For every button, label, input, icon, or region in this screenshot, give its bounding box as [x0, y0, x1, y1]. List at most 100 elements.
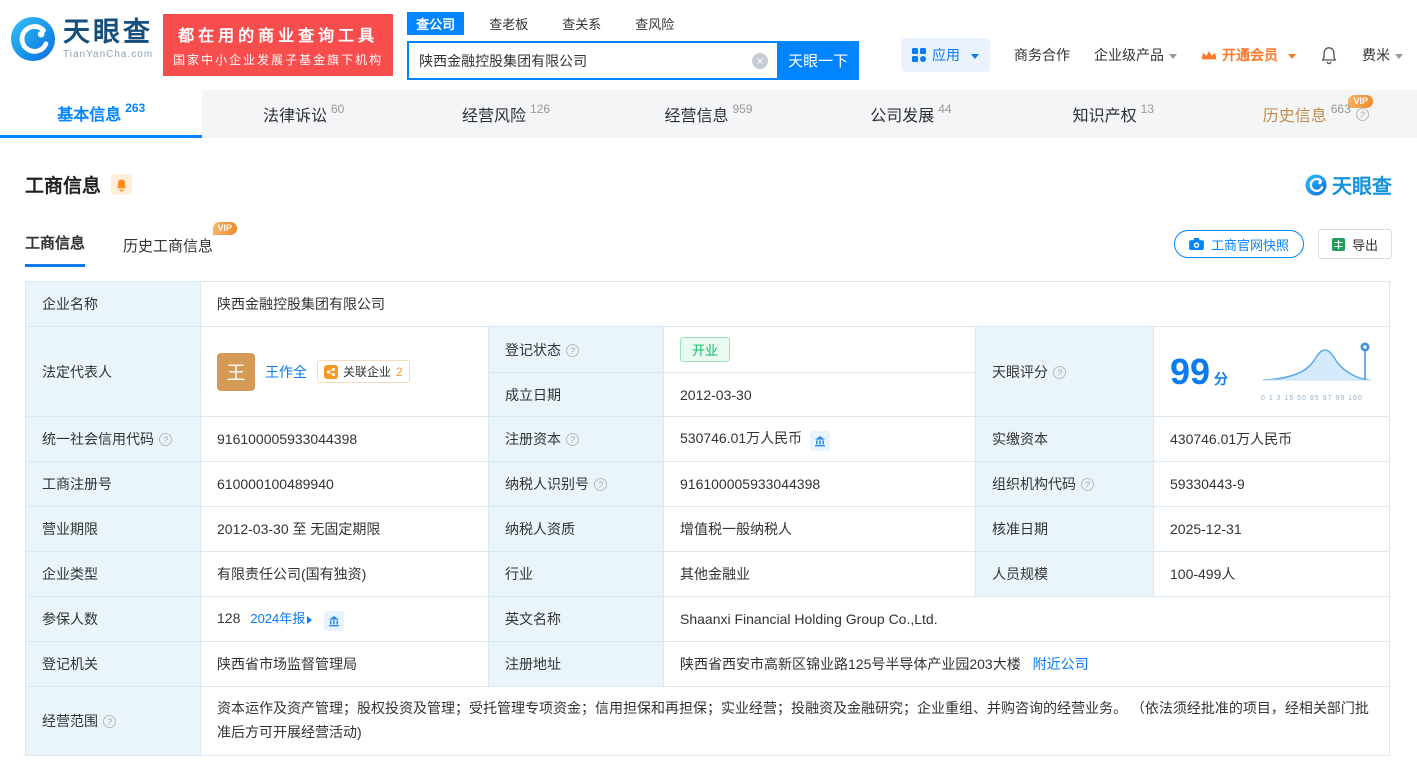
help-icon[interactable] — [1081, 478, 1094, 491]
table-row: 统一社会信用代码 916100005933044398 注册资本 530746.… — [25, 416, 1390, 462]
help-icon[interactable] — [159, 433, 172, 446]
search-tab-boss[interactable]: 查老板 — [480, 12, 537, 35]
clear-icon[interactable] — [752, 52, 769, 69]
field-label: 行业 — [505, 566, 533, 582]
field-label: 核准日期 — [992, 521, 1048, 537]
subtab-business-info[interactable]: 工商信息 — [25, 232, 86, 267]
excel-export-icon — [1331, 237, 1345, 251]
field-label: 企业名称 — [42, 296, 98, 312]
export-button[interactable]: 导出 — [1317, 229, 1392, 259]
company-type-label-cell: 企业类型 — [25, 551, 201, 597]
annual-report-link[interactable]: 2024年报 — [250, 611, 305, 626]
nav-enterprise[interactable]: 企业级产品 — [1094, 45, 1177, 65]
credit-code-label-cell: 统一社会信用代码 — [25, 416, 201, 462]
field-label: 纳税人识别号 — [505, 476, 589, 492]
help-icon[interactable] — [103, 714, 116, 728]
search-tab-risk[interactable]: 查风险 — [626, 12, 683, 35]
help-icon[interactable] — [1355, 107, 1369, 121]
tab-basic-info[interactable]: 基本信息 263 — [0, 90, 203, 138]
logo-text: 天眼查 TianYanCha.com — [63, 16, 153, 60]
tab-label: 公司发展 — [870, 108, 935, 125]
field-label: 统一社会信用代码 — [42, 431, 154, 447]
nearby-companies-link[interactable]: 附近公司 — [1033, 656, 1089, 672]
tianyancha-logo-icon — [10, 16, 56, 62]
business-scope-cell: 资本运作及资产管理；股权投资及管理；受托管理专项资金；信用担保和再担保；实业经营… — [200, 686, 1390, 756]
search-input[interactable] — [407, 41, 778, 80]
tab-company-development[interactable]: 公司发展 44 — [810, 90, 1012, 138]
related-companies-badge[interactable]: 关联企业 2 — [317, 360, 410, 383]
crown-icon — [1201, 51, 1217, 60]
tab-count: 663 — [1330, 102, 1351, 116]
tab-count: 126 — [530, 102, 551, 116]
enterprise-label: 企业级产品 — [1094, 47, 1164, 63]
field-value: 增值税一般纳税人 — [680, 521, 792, 537]
section-head: 工商信息 天眼查 — [25, 170, 1392, 199]
field-label: 企业类型 — [42, 566, 98, 582]
business-info-table: 企业名称 陕西金融控股集团有限公司 法定代表人 王 王作全 关联企业 2 登记状… — [25, 281, 1390, 756]
bank-icon[interactable] — [324, 610, 345, 631]
score-label-cell: 天眼评分 — [975, 326, 1154, 417]
search-button[interactable]: 天眼一下 — [777, 41, 860, 80]
search-tab-relation[interactable]: 查关系 — [553, 12, 610, 35]
bank-icon[interactable] — [810, 430, 831, 451]
industry-cell: 其他金融业 — [663, 551, 976, 597]
promo-banner: 都在用的商业查询工具 国家中小企业发展子基金旗下机构 — [163, 14, 394, 76]
field-value: 陕西省市场监督管理局 — [217, 656, 357, 672]
header: 天眼查 TianYanCha.com 都在用的商业查询工具 国家中小企业发展子基… — [0, 0, 1417, 90]
main-tabbar: 基本信息 263 法律诉讼 60 经营风险 126 经营信息 959 公司发展 … — [0, 90, 1417, 138]
tab-operational-risk[interactable]: 经营风险 126 — [405, 90, 607, 138]
legal-rep-cell: 王 王作全 关联企业 2 — [200, 326, 489, 417]
field-value: 610000100489940 — [217, 476, 334, 492]
tab-history-info[interactable]: VIP 历史信息 663 — [1215, 90, 1417, 138]
table-row: 法定代表人 王 王作全 关联企业 2 登记状态? 开业 天眼评分? 99 分 0… — [25, 326, 1390, 417]
business-scope-label-cell: 经营范围 — [25, 686, 201, 756]
score-axis-labels: 0 1 3 15 50 85 97 99 100 — [1261, 395, 1363, 402]
tab-count: 263 — [125, 100, 146, 115]
nav-vip[interactable]: 开通会员 — [1201, 45, 1296, 65]
industry-label-cell: 行业 — [488, 551, 664, 597]
help-icon[interactable] — [594, 478, 607, 491]
tab-label: 知识产权 — [1072, 108, 1137, 125]
help-icon[interactable] — [1053, 365, 1066, 379]
established-label-cell: 成立日期 — [488, 372, 664, 417]
registered-capital-label-cell: 注册资本 — [488, 416, 664, 462]
tab-intellectual-property[interactable]: 知识产权 13 — [1012, 90, 1214, 138]
related-label: 关联企业 — [343, 365, 392, 379]
chevron-down-icon — [1288, 53, 1296, 63]
approval-date-label-cell: 核准日期 — [975, 506, 1154, 552]
field-label: 经营范围 — [42, 712, 98, 729]
tab-legal-proceedings[interactable]: 法律诉讼 60 — [202, 90, 404, 138]
field-label: 实缴资本 — [992, 431, 1048, 447]
help-icon[interactable] — [566, 343, 579, 357]
snapshot-label: 工商官网快照 — [1210, 237, 1289, 253]
status-label-cell: 登记状态 — [488, 326, 664, 373]
official-snapshot-button[interactable]: 工商官网快照 — [1173, 230, 1304, 258]
logo-brand: 天眼查 — [63, 16, 153, 47]
help-icon[interactable] — [566, 433, 579, 446]
field-label: 注册地址 — [505, 656, 561, 672]
field-value: 其他金融业 — [680, 566, 750, 582]
chevron-down-icon — [971, 53, 979, 63]
tab-business-info[interactable]: 经营信息 959 — [607, 90, 809, 138]
table-row: 企业名称 陕西金融控股集团有限公司 — [25, 281, 1390, 327]
tianyancha-logo[interactable]: 天眼查 TianYanCha.com — [10, 16, 153, 62]
score-unit: 分 — [1213, 370, 1228, 387]
camera-icon — [1189, 238, 1204, 250]
legal-rep-avatar[interactable]: 王 — [217, 352, 255, 391]
user-menu[interactable]: 费米 — [1362, 45, 1403, 65]
tab-label: 经营风险 — [462, 108, 527, 125]
field-label: 英文名称 — [505, 611, 561, 627]
notification-bell-icon[interactable] — [1320, 46, 1338, 65]
score-distribution-chart: 0 1 3 15 50 85 97 99 100 — [1261, 340, 1373, 403]
nav-cooperation[interactable]: 商务合作 — [1014, 45, 1070, 65]
legal-rep-name-link[interactable]: 王作全 — [265, 362, 307, 382]
search-tab-company[interactable]: 查公司 — [407, 12, 465, 35]
status-cell: 开业 — [663, 326, 976, 373]
field-label: 注册资本 — [505, 431, 561, 447]
address-cell: 陕西省西安市高新区锦业路125号半导体产业园203大楼 附近公司 — [663, 641, 1390, 687]
field-label: 参保人数 — [42, 611, 98, 627]
apps-menu[interactable]: 应用 — [901, 38, 990, 72]
subtab-history-business-info[interactable]: VIP 历史工商信息 — [123, 222, 238, 267]
monitor-alarm-icon[interactable] — [111, 174, 133, 195]
insured-label-cell: 参保人数 — [25, 596, 201, 642]
